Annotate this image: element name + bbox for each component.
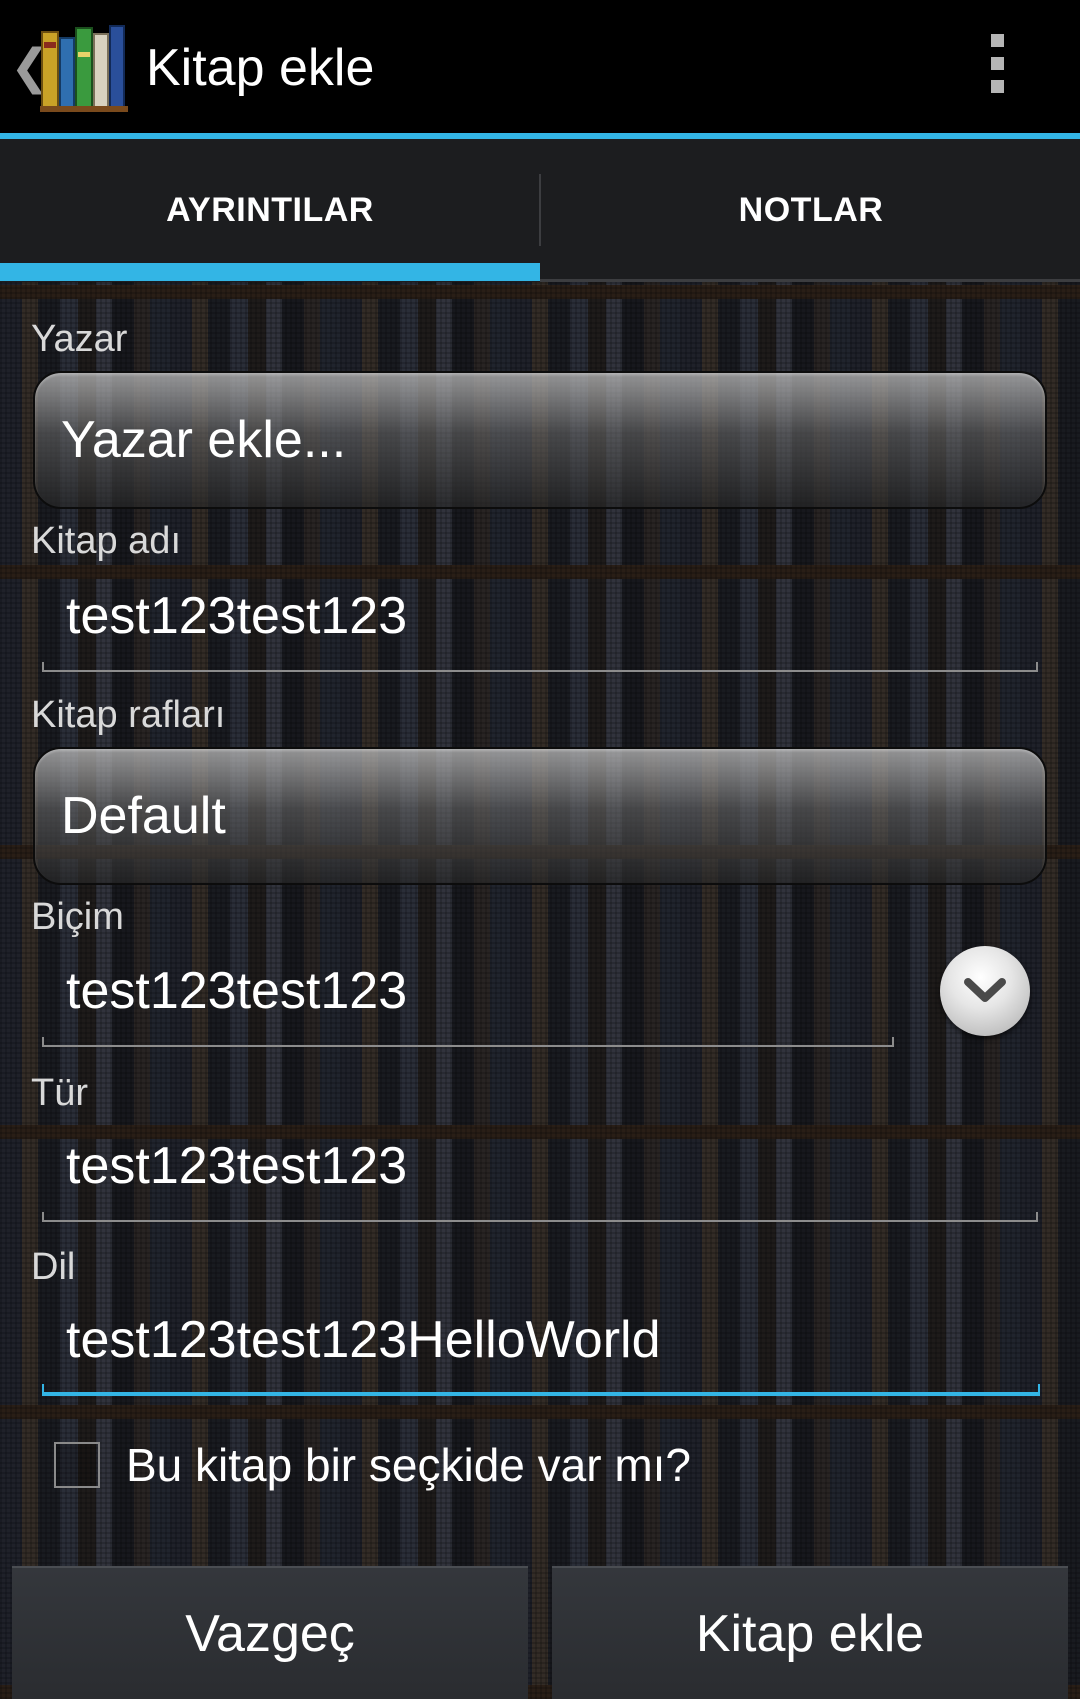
format-field[interactable]: test123test123 (42, 951, 894, 1047)
format-value: test123test123 (66, 962, 408, 1020)
page-title: Kitap ekle (146, 39, 375, 97)
overflow-menu-icon[interactable] (985, 34, 1009, 100)
genre-value: test123test123 (66, 1137, 408, 1195)
anthology-row[interactable]: Bu kitap bir seçkide var mı? (54, 1438, 691, 1492)
tab-notes[interactable]: NOTLAR (541, 139, 1080, 282)
bookshelves-label: Kitap rafları (31, 694, 226, 736)
selected-tab-indicator (0, 263, 540, 281)
book-title-field[interactable]: test123test123 (42, 576, 1038, 672)
genre-label: Tür (31, 1072, 88, 1114)
anthology-label: Bu kitap bir seçkide var mı? (126, 1439, 692, 1491)
cancel-button[interactable]: Vazgeç (12, 1566, 528, 1699)
book-title-label: Kitap adı (31, 520, 181, 562)
tab-bar: AYRINTILAR NOTLAR (0, 139, 1080, 282)
format-label: Biçim (31, 896, 124, 938)
tab-details[interactable]: AYRINTILAR (0, 139, 540, 282)
chevron-down-icon (964, 978, 1006, 1002)
format-dropdown-button[interactable] (940, 946, 1030, 1036)
add-book-button[interactable]: Kitap ekle (552, 1566, 1068, 1699)
bookshelf-app-icon[interactable] (40, 22, 128, 112)
bookshelves-button[interactable]: Default (33, 747, 1047, 885)
add-author-button[interactable]: Yazar ekle... (33, 371, 1047, 509)
book-title-value: test123test123 (66, 587, 408, 645)
action-bar: ❮ Kitap ekle (0, 0, 1080, 134)
form-area: Yazar Yazar ekle... Kitap adı test123tes… (0, 282, 1080, 1699)
language-field[interactable]: test123test123HelloWorld (42, 1300, 1040, 1396)
genre-field[interactable]: test123test123 (42, 1126, 1038, 1222)
language-value: test123test123HelloWorld (66, 1311, 661, 1369)
author-label: Yazar (31, 318, 128, 360)
anthology-checkbox[interactable] (54, 1442, 100, 1488)
language-label: Dil (31, 1246, 76, 1288)
